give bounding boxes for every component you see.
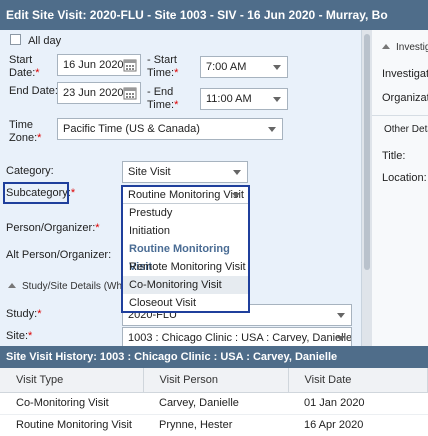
chevron-down-icon	[337, 336, 345, 341]
study-site-section-header[interactable]: Study/Site Details (What	[8, 281, 130, 292]
timezone-label: Time Zone:*	[9, 119, 42, 144]
organization-label: Organizatio	[382, 92, 428, 104]
location-label: Location:	[382, 172, 427, 184]
title-label: Title:	[382, 150, 406, 162]
all-day-label: All day	[28, 35, 62, 47]
calendar-icon[interactable]	[123, 58, 137, 72]
option-closeout-visit[interactable]: Closeout Visit	[123, 294, 248, 312]
option-remote-monitoring-visit[interactable]: Remote Monitoring Visit	[123, 258, 248, 276]
visit-person-cell: Prynne, Hester	[143, 414, 288, 436]
visit-person-cell: Carvey, Danielle	[143, 392, 288, 415]
visit-date-cell: 16 Apr 2020	[288, 414, 428, 436]
collapse-triangle-icon	[8, 283, 16, 288]
start-date-field[interactable]: 16 Jun 2020	[57, 54, 141, 76]
other-details-section[interactable]: Other Deta	[384, 124, 428, 135]
history-header-row: Visit Type Visit Person Visit Date	[0, 368, 428, 393]
subcategory-select[interactable]: Routine Monitoring Visit	[123, 187, 248, 204]
chevron-down-icon	[273, 65, 281, 70]
visit-type-cell: Routine Monitoring Visit	[0, 414, 143, 436]
category-select[interactable]: Site Visit	[122, 161, 248, 183]
end-time-label: - End Time:*	[147, 86, 179, 111]
subcategory-options: Prestudy Initiation Routine Monitoring V…	[123, 204, 248, 312]
start-time-label: - Start Time:*	[147, 54, 179, 79]
option-routine-monitoring-visit[interactable]: Routine Monitoring Visit	[123, 240, 248, 273]
option-prestudy[interactable]: Prestudy	[123, 204, 248, 222]
subcategory-dropdown[interactable]: Routine Monitoring Visit Prestudy Initia…	[121, 185, 250, 313]
column-visit-person[interactable]: Visit Person	[143, 368, 289, 393]
history-table: Visit Type Visit Person Visit Date Co-Mo…	[0, 368, 428, 436]
column-visit-date[interactable]: Visit Date	[288, 368, 428, 393]
history-title: Site Visit History: 1003 : Chicago Clini…	[0, 346, 428, 368]
category-label: Category:	[6, 165, 54, 177]
investigator-label: Investigato	[382, 68, 428, 80]
visit-type-cell: Co-Monitoring Visit	[0, 392, 143, 415]
table-row[interactable]: Routine Monitoring Visit Prynne, Hester …	[0, 414, 428, 436]
chevron-down-icon	[233, 170, 241, 175]
option-co-monitoring-visit[interactable]: Co-Monitoring Visit	[123, 276, 248, 294]
end-date-label: End Date:*	[9, 85, 62, 97]
form-scrollbar[interactable]	[362, 30, 372, 346]
subcategory-label-highlight	[3, 182, 69, 204]
visit-date-cell: 01 Jan 2020	[288, 392, 428, 415]
site-label: Site:*	[6, 330, 33, 342]
table-row[interactable]: Co-Monitoring Visit Carvey, Danielle 01 …	[0, 392, 428, 415]
right-panel: Investig Investigato Organizatio Other D…	[372, 30, 428, 346]
investigator-section-header[interactable]: Investig	[382, 42, 428, 53]
timezone-select[interactable]: Pacific Time (US & Canada)	[57, 118, 283, 140]
column-visit-type[interactable]: Visit Type	[0, 368, 144, 393]
site-visit-history: Site Visit History: 1003 : Chicago Clini…	[0, 346, 428, 436]
all-day-checkbox[interactable]	[10, 34, 21, 45]
option-initiation[interactable]: Initiation	[123, 222, 248, 240]
end-date-field[interactable]: 23 Jun 2020	[57, 82, 141, 104]
all-day-row: All day	[10, 34, 61, 48]
start-time-select[interactable]: 7:00 AM	[200, 56, 288, 78]
chevron-down-icon	[268, 127, 276, 132]
end-time-select[interactable]: 11:00 AM	[200, 88, 288, 110]
divider	[372, 115, 428, 116]
dialog-title: Edit Site Visit: 2020-FLU - Site 1003 - …	[0, 0, 428, 30]
chevron-down-icon	[337, 313, 345, 318]
collapse-triangle-icon	[382, 44, 390, 49]
study-label: Study:*	[6, 308, 42, 320]
chevron-down-icon	[232, 193, 240, 198]
person-organizer-label: Person/Organizer:*	[6, 222, 100, 234]
alt-person-organizer-label: Alt Person/Organizer:	[6, 249, 112, 261]
scrollbar-thumb[interactable]	[364, 34, 370, 270]
calendar-icon[interactable]	[123, 86, 137, 100]
chevron-down-icon	[273, 97, 281, 102]
start-date-label: Start Date:*	[9, 54, 40, 79]
